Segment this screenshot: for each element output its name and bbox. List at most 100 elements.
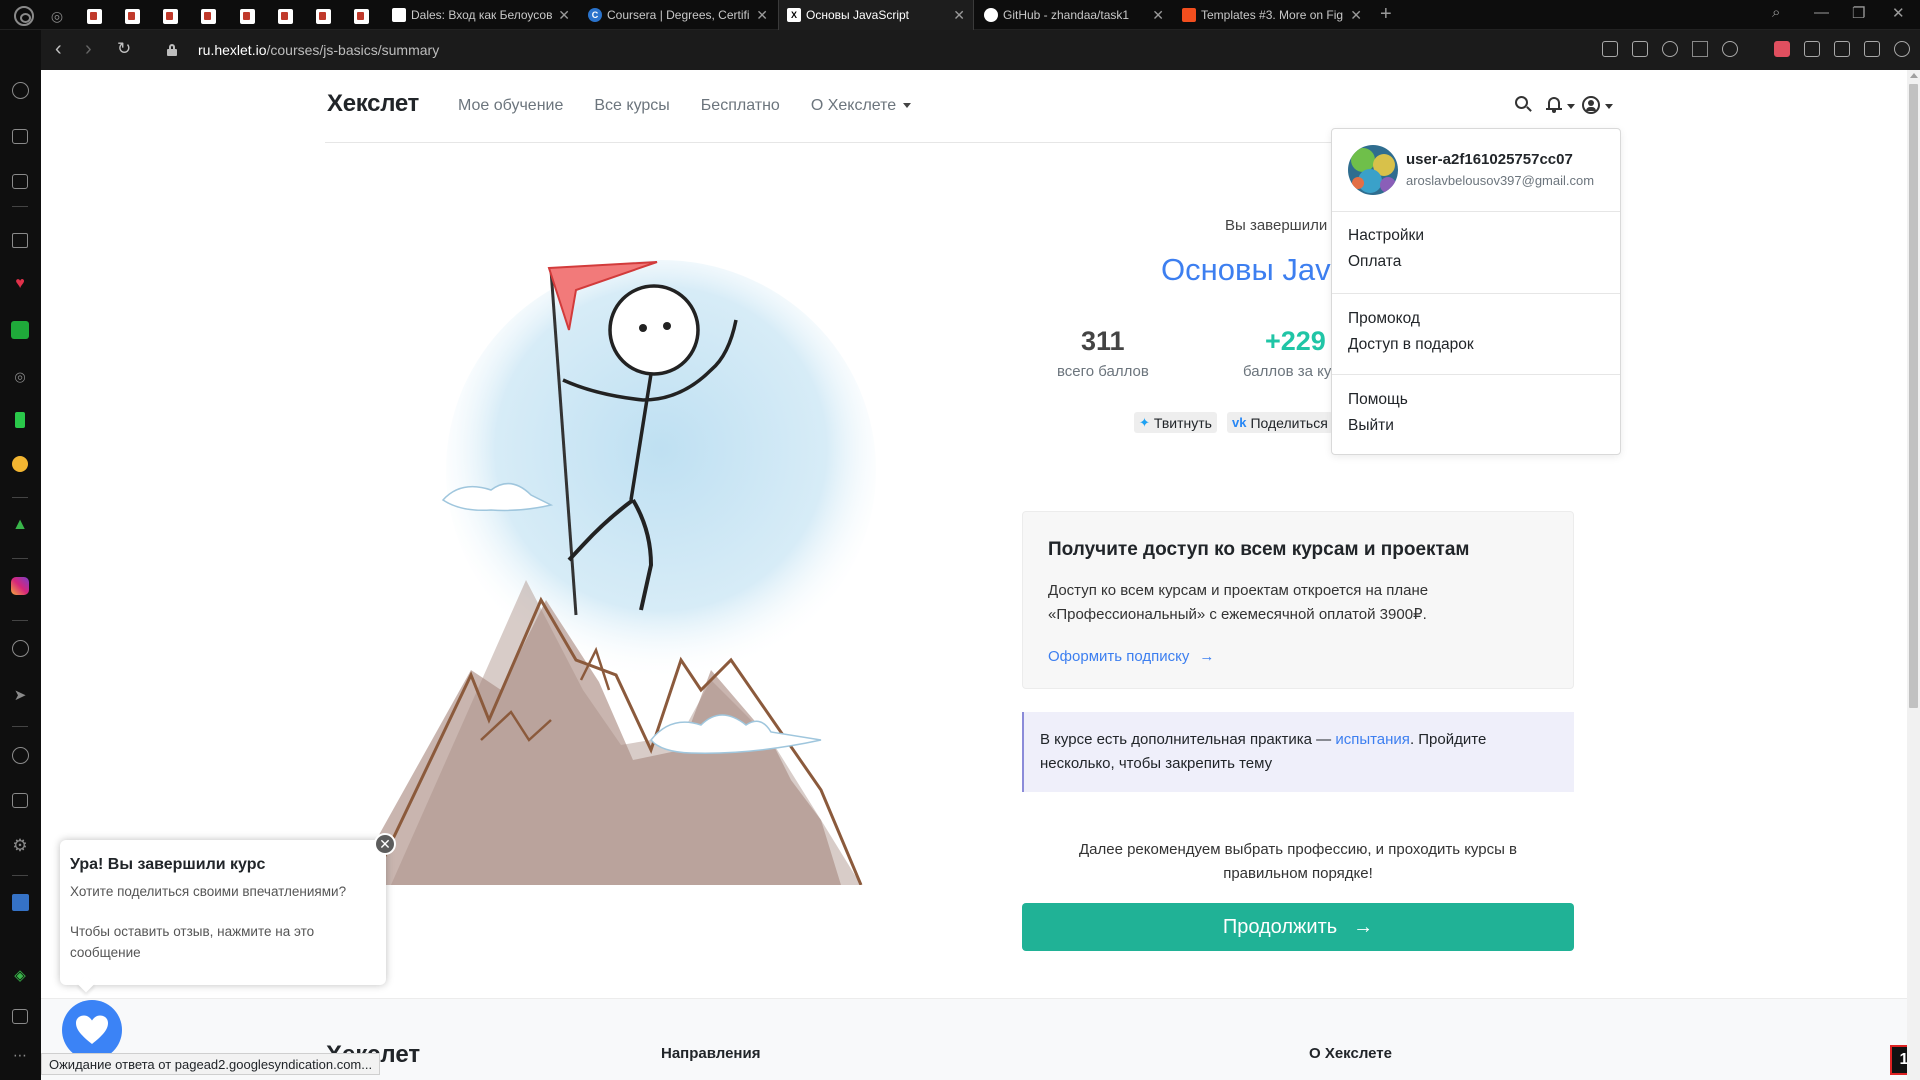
download-icon[interactable] [1834,41,1850,57]
heart-icon[interactable] [1722,41,1738,57]
feedback-hint: Чтобы оставить отзыв, нажмите на это соо… [70,924,315,960]
url-field[interactable]: ru.hexlet.io/courses/js-basics/summary [198,42,439,58]
close-icon[interactable]: ✕ [953,7,965,24]
completed-caption: Вы завершили [1225,217,1328,234]
document-favicon-icon [392,8,406,22]
back-icon[interactable]: ‹ [55,39,62,59]
site-logo[interactable]: Хекслет [327,90,419,118]
close-icon[interactable]: ✕ [374,833,396,855]
profile-icon[interactable] [1894,41,1910,57]
browser-logo-icon[interactable] [14,6,34,26]
reload-icon[interactable]: ↻ [117,39,131,59]
menu-item-promocode[interactable]: Промокод [1348,310,1420,328]
pinned-tab-icon[interactable] [352,7,370,25]
tab-js-basics[interactable]: X Основы JavaScript ✕ [778,0,974,30]
player-icon[interactable] [10,638,30,658]
challenges-link[interactable]: испытания [1335,731,1410,748]
close-icon[interactable]: ✕ [1350,7,1362,24]
bell-icon[interactable] [1546,96,1562,113]
menu-item-settings[interactable]: Настройки [1348,227,1424,245]
mountain-illustration [351,260,876,885]
scrollbar-thumb[interactable] [1909,84,1918,708]
tab-figma[interactable]: Templates #3. More on Fig ✕ [1174,0,1370,30]
pinned-tab-icon[interactable] [123,7,141,25]
user-icon[interactable] [1582,96,1600,114]
camera-icon[interactable] [1632,41,1648,57]
nav-all-courses[interactable]: Все курсы [594,97,669,115]
menu-item-logout[interactable]: Выйти [1348,417,1394,435]
feedback-popup[interactable]: Ура! Вы завершили курс Хотите поделиться… [60,840,386,993]
edit-icon[interactable] [1602,41,1618,57]
close-icon[interactable]: ✕ [756,7,768,24]
stickman-eye [639,324,647,332]
stickman-head [608,284,700,376]
menu-item-payment[interactable]: Оплата [1348,253,1401,271]
extension-icon[interactable] [1774,41,1790,57]
window-close-icon[interactable]: ✕ [1892,4,1905,22]
caret-down-icon[interactable] [1567,104,1575,109]
search-tabs-icon[interactable]: ⌕ [1772,4,1780,21]
new-tab-icon[interactable]: + [1380,3,1392,26]
heart-icon[interactable]: ♥ [10,274,30,294]
cloud [650,714,822,754]
adblock-icon[interactable] [1662,41,1678,57]
tab-coursera[interactable]: C Coursera | Degrees, Certific ✕ [580,0,776,30]
play-icon[interactable] [1692,41,1708,57]
search-icon[interactable] [1515,96,1532,113]
restore-icon[interactable]: ❐ [1852,4,1865,22]
close-icon[interactable]: ✕ [558,7,570,24]
scroll-up-icon[interactable] [1910,73,1918,78]
menu-item-help[interactable]: Помощь [1348,391,1408,409]
emoji-icon[interactable] [10,454,30,474]
more-icon[interactable]: ⋯ [10,1045,30,1065]
pinned-tab-icon[interactable] [238,7,256,25]
subscribe-link[interactable]: Оформить подписку → [1048,648,1214,665]
nav-my-learning[interactable]: Мое обучение [458,97,563,115]
page-viewport: Хекслет Мое обучение Все курсы Бесплатно… [41,70,1920,1080]
tweet-button[interactable]: ✦ Твитнуть [1134,412,1217,433]
feedback-heart-button[interactable] [62,1000,122,1060]
bag-icon[interactable] [10,126,30,146]
menu-icon[interactable] [1864,41,1880,57]
pinned-tab-icon[interactable] [276,7,294,25]
triangle-app-icon[interactable]: ▲ [10,515,30,535]
pinned-tab-icon[interactable] [85,7,103,25]
list-icon[interactable] [10,320,30,340]
nav-about[interactable]: О Хекслете [811,97,912,115]
vk-share-button[interactable]: vk Поделиться [1227,412,1333,433]
tab-dales[interactable]: Dales: Вход как Белоусов ✕ [384,0,578,30]
gamepad-icon[interactable]: ◎ [10,367,30,387]
vk-icon: vk [1232,415,1247,430]
total-points-caption: всего баллов [1057,363,1149,380]
minimize-icon[interactable]: — [1814,4,1829,21]
pinned-tab-icon[interactable] [161,7,179,25]
heart-icon [76,1015,108,1044]
lock-icon[interactable] [167,44,177,56]
forward-icon[interactable]: › [85,39,92,59]
history-icon[interactable] [10,745,30,765]
menu-item-gift-access[interactable]: Доступ в подарок [1348,336,1474,354]
tab-github[interactable]: GitHub - zhandaa/task1 ✕ [976,0,1172,30]
vpn-icon[interactable]: ◈ [10,965,30,985]
home-icon[interactable] [10,230,30,250]
send-icon[interactable]: ➤ [10,685,30,705]
speed-dial-icon[interactable] [10,80,30,100]
pinned-tab-icon[interactable] [199,7,217,25]
box-icon[interactable] [10,790,30,810]
caret-down-icon [903,103,912,109]
instagram-icon[interactable] [10,576,30,596]
gallery-icon[interactable] [10,1006,30,1026]
continue-button[interactable]: Продолжить → [1022,903,1574,951]
practice-callout: В курсе есть дополнительная практика — и… [1022,712,1574,792]
phone-icon[interactable] [10,410,30,430]
pinned-tab-icon[interactable] [314,7,332,25]
reader-icon[interactable] [10,171,30,191]
settings-icon[interactable]: ⚙ [10,836,30,856]
translate-icon[interactable] [10,892,30,912]
close-icon[interactable]: ✕ [1152,7,1164,24]
caret-down-icon[interactable] [1605,104,1613,109]
gamepad-icon[interactable]: ◎ [48,7,66,25]
nav-free[interactable]: Бесплатно [701,97,780,115]
cube-icon[interactable] [1804,41,1820,57]
scrollbar[interactable] [1907,70,1920,1080]
